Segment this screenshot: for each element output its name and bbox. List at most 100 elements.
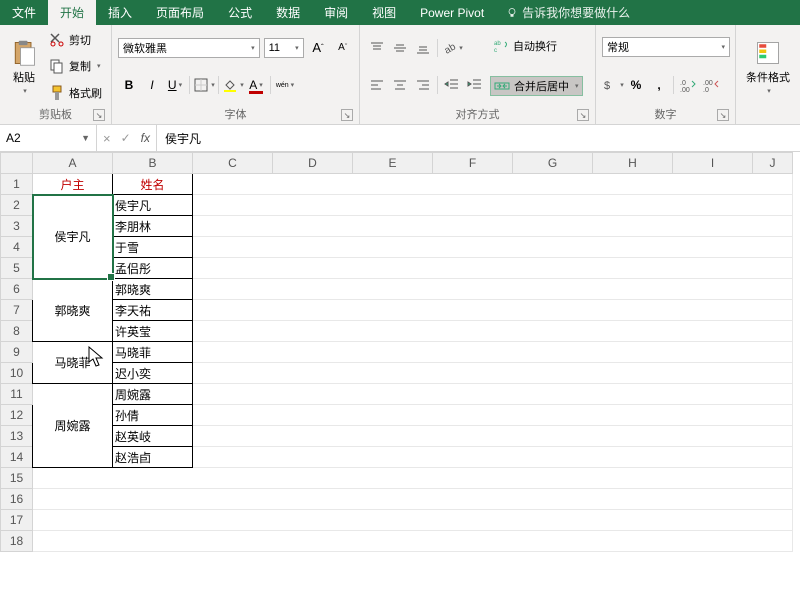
accept-formula-button[interactable]: ✓ (121, 131, 131, 145)
clipboard-launcher[interactable] (93, 109, 105, 121)
wrap-text-button[interactable]: abc 自动换行 (490, 37, 583, 55)
tab-insert[interactable]: 插入 (96, 0, 144, 25)
align-top-button[interactable] (366, 37, 388, 59)
formula-input[interactable]: 侯宇凡 (157, 125, 800, 151)
font-size-combo[interactable]: 11 (264, 38, 304, 58)
align-center-button[interactable] (389, 74, 411, 96)
bold-button[interactable]: B (118, 74, 140, 96)
orientation-button[interactable]: ab (441, 37, 463, 59)
cell[interactable]: 马晓菲 (33, 342, 113, 384)
row-header[interactable]: 11 (1, 384, 33, 405)
increase-indent-button[interactable] (464, 74, 486, 96)
col-header-J[interactable]: J (753, 153, 793, 174)
cell[interactable]: 周婉露 (113, 384, 193, 405)
select-all-corner[interactable] (1, 153, 33, 174)
increase-decimal-button[interactable]: .0.00 (677, 74, 699, 96)
cell[interactable]: 许英莹 (113, 321, 193, 342)
tab-review[interactable]: 审阅 (312, 0, 360, 25)
cell[interactable]: 于雪 (113, 237, 193, 258)
row-header[interactable]: 6 (1, 279, 33, 300)
col-header-F[interactable]: F (433, 153, 513, 174)
fill-color-button[interactable] (222, 74, 244, 96)
underline-button[interactable]: U (164, 74, 186, 96)
col-header-I[interactable]: I (673, 153, 753, 174)
col-header-H[interactable]: H (593, 153, 673, 174)
italic-button[interactable]: I (141, 74, 163, 96)
row-header[interactable]: 5 (1, 258, 33, 279)
name-box-dropdown[interactable]: ▼ (81, 133, 90, 143)
tab-home[interactable]: 开始 (48, 0, 96, 25)
row-header[interactable]: 16 (1, 489, 33, 510)
cell[interactable]: 郭晓爽 (113, 279, 193, 300)
decrease-font-button[interactable]: Aˇ (332, 37, 353, 59)
col-header-D[interactable]: D (273, 153, 353, 174)
comma-button[interactable]: , (648, 74, 670, 96)
align-left-button[interactable] (366, 74, 388, 96)
phonetic-button[interactable]: wén (274, 74, 296, 96)
row-header[interactable]: 4 (1, 237, 33, 258)
copy-button[interactable]: 复制 (46, 57, 105, 75)
row-header[interactable]: 7 (1, 300, 33, 321)
tab-formulas[interactable]: 公式 (216, 0, 264, 25)
align-bottom-button[interactable] (412, 37, 434, 59)
row-header[interactable]: 3 (1, 216, 33, 237)
cell[interactable]: 马晓菲 (113, 342, 193, 363)
cancel-formula-button[interactable]: × (103, 131, 111, 146)
row-header[interactable]: 8 (1, 321, 33, 342)
cut-button[interactable]: 剪切 (46, 31, 105, 49)
cell[interactable]: 户主 (33, 174, 113, 195)
font-name-combo[interactable]: 微软雅黑 (118, 38, 260, 58)
row-header[interactable]: 9 (1, 342, 33, 363)
row-header[interactable]: 13 (1, 426, 33, 447)
font-color-button[interactable]: A (245, 74, 267, 96)
tell-me[interactable]: 告诉我你想要做什么 (496, 0, 640, 25)
cell[interactable]: 赵英岐 (113, 426, 193, 447)
col-header-C[interactable]: C (193, 153, 273, 174)
col-header-A[interactable]: A (33, 153, 113, 174)
cell[interactable]: 孟侣彤 (113, 258, 193, 279)
cell[interactable]: 侯宇凡 (113, 195, 193, 216)
row-header[interactable]: 1 (1, 174, 33, 195)
row-header[interactable]: 2 (1, 195, 33, 216)
row-header[interactable]: 15 (1, 468, 33, 489)
tab-layout[interactable]: 页面布局 (144, 0, 216, 25)
paste-button[interactable]: 粘贴 (4, 27, 44, 106)
accounting-format-button[interactable]: $ (602, 74, 624, 96)
format-painter-button[interactable]: 格式刷 (46, 84, 105, 102)
merge-center-button[interactable]: 合并后居中 (490, 76, 583, 96)
borders-button[interactable] (193, 74, 215, 96)
cell-selected[interactable]: 侯宇凡 (33, 195, 113, 279)
decrease-decimal-button[interactable]: .00.0 (700, 74, 722, 96)
cell[interactable]: 李天祐 (113, 300, 193, 321)
tab-view[interactable]: 视图 (360, 0, 408, 25)
row-header[interactable]: 12 (1, 405, 33, 426)
row-header[interactable]: 14 (1, 447, 33, 468)
align-middle-button[interactable] (389, 37, 411, 59)
align-right-button[interactable] (412, 74, 434, 96)
cell[interactable]: 孙倩 (113, 405, 193, 426)
number-launcher[interactable] (717, 109, 729, 121)
tab-data[interactable]: 数据 (264, 0, 312, 25)
tab-powerpivot[interactable]: Power Pivot (408, 0, 496, 25)
row-header[interactable]: 18 (1, 531, 33, 552)
increase-font-button[interactable]: Aˆ (308, 37, 329, 59)
cell[interactable]: 赵浩卣 (113, 447, 193, 468)
cell[interactable]: 李朋林 (113, 216, 193, 237)
col-header-E[interactable]: E (353, 153, 433, 174)
alignment-launcher[interactable] (577, 109, 589, 121)
tab-file[interactable]: 文件 (0, 0, 48, 25)
decrease-indent-button[interactable] (441, 74, 463, 96)
row-header[interactable]: 10 (1, 363, 33, 384)
col-header-B[interactable]: B (113, 153, 193, 174)
cell[interactable]: 迟小奕 (113, 363, 193, 384)
cell[interactable]: 郭晓爽 (33, 279, 113, 342)
worksheet-grid[interactable]: A B C D E F G H I J 1 户主 姓名 2 侯宇凡 侯宇凡 3 … (0, 152, 800, 552)
percent-button[interactable]: % (625, 74, 647, 96)
number-format-combo[interactable]: 常规 (602, 37, 730, 57)
cell[interactable]: 周婉露 (33, 384, 113, 468)
name-box[interactable]: A2 ▼ (0, 125, 97, 151)
cell[interactable]: 姓名 (113, 174, 193, 195)
insert-function-button[interactable]: fx (141, 131, 150, 145)
col-header-G[interactable]: G (513, 153, 593, 174)
conditional-formatting-button[interactable]: 条件格式 (740, 27, 796, 106)
